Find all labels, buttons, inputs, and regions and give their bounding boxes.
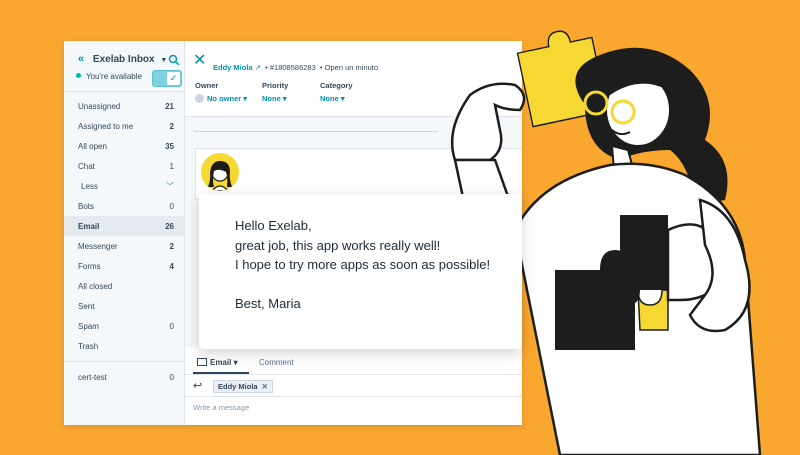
- message-line: great job, this app works really well!: [235, 237, 441, 253]
- message-line: I hope to try more apps as soon as possi…: [235, 257, 491, 272]
- message-line: Best, Maria: [235, 296, 301, 311]
- message-line: [235, 275, 490, 295]
- message-bubble: Hello Exelab, great job, this app works …: [199, 194, 522, 349]
- message-line: Hello Exelab,: [235, 218, 312, 233]
- message-text: Hello Exelab, great job, this app works …: [235, 216, 490, 314]
- left-hand-shape: [450, 82, 526, 162]
